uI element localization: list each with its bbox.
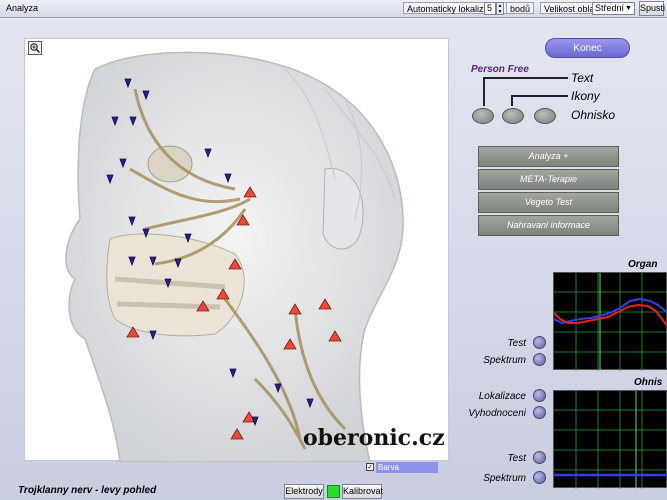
start-button[interactable]: Spusti: [639, 1, 665, 16]
menu-meta-terapie-button[interactable]: META-Terapie: [478, 169, 619, 190]
ohnis-spektrum-button[interactable]: [533, 471, 546, 484]
option-connectors: [483, 77, 568, 106]
organ-spektrum-button[interactable]: [533, 353, 546, 366]
area-size-value: Střední: [595, 3, 625, 13]
option-text-label: Text: [571, 71, 594, 85]
ohnis-lokalizace-button[interactable]: [533, 389, 546, 402]
barva-checkbox[interactable]: ✓: [366, 463, 374, 471]
option-ikony-label: Ikony: [571, 89, 600, 103]
head-illustration: [65, 51, 404, 463]
menu-nahravani-button[interactable]: Nahravani informace: [478, 215, 619, 236]
chevron-down-icon: ▼: [625, 5, 632, 12]
view-caption: Trojklanny nerv - levy pohled: [18, 485, 157, 496]
menu-vegeto-test-button[interactable]: Vegeto Test: [478, 192, 619, 213]
ohnis-test-button[interactable]: [533, 451, 546, 464]
ohnis-graph-plot: [554, 391, 667, 489]
ohnis-graph-title: Ohnis: [634, 377, 663, 388]
zoom-icon[interactable]: [28, 41, 42, 55]
organ-spektrum-label: Spektrum: [483, 355, 526, 366]
points-label: bodů: [506, 2, 535, 14]
window-title: Analyza: [6, 3, 39, 13]
option-ohnisko-button[interactable]: [534, 108, 556, 124]
organ-graph-plot: [553, 273, 667, 371]
barva-toggle[interactable]: ✓ Barva: [366, 462, 438, 473]
area-size-select[interactable]: Střední ▼: [592, 2, 635, 15]
ohnis-test-label: Test: [507, 453, 526, 464]
elektrody-button[interactable]: Elektrody: [284, 484, 324, 499]
option-ikony-button[interactable]: [502, 108, 524, 124]
option-ohnisko-label: Ohnisko: [571, 108, 616, 122]
ohnis-graph: [553, 390, 667, 489]
anatomy-image-panel[interactable]: oberonic.cz: [24, 38, 449, 463]
status-indicator: [327, 485, 340, 498]
spin-icon[interactable]: ▲ ▼: [496, 2, 504, 15]
organ-graph: [553, 272, 667, 371]
organ-test-label: Test: [507, 338, 526, 349]
konec-button[interactable]: Konec: [545, 38, 630, 58]
title-bar: Analyza Automaticky lokalizovat: 5 ▲ ▼ bo…: [0, 0, 667, 18]
menu-analyza-button[interactable]: Analyza +: [478, 146, 619, 167]
organ-test-button[interactable]: [533, 336, 546, 349]
auto-localize-input[interactable]: 5: [484, 2, 496, 15]
ohnis-lokalizace-label: Lokalizace: [478, 391, 526, 402]
ohnis-vyhodnoceni-button[interactable]: [533, 406, 546, 419]
ohnis-vyhodnoceni-label: Vyhodnoceni: [468, 408, 526, 419]
organ-graph-title: Organ: [628, 259, 658, 270]
barva-label: Barva: [376, 462, 438, 473]
kalibrovat-button[interactable]: Kalibrovat: [342, 484, 383, 499]
ohnis-spektrum-label: Spektrum: [483, 473, 526, 484]
watermark: oberonic.cz: [303, 425, 445, 451]
option-text-button[interactable]: [472, 108, 494, 124]
